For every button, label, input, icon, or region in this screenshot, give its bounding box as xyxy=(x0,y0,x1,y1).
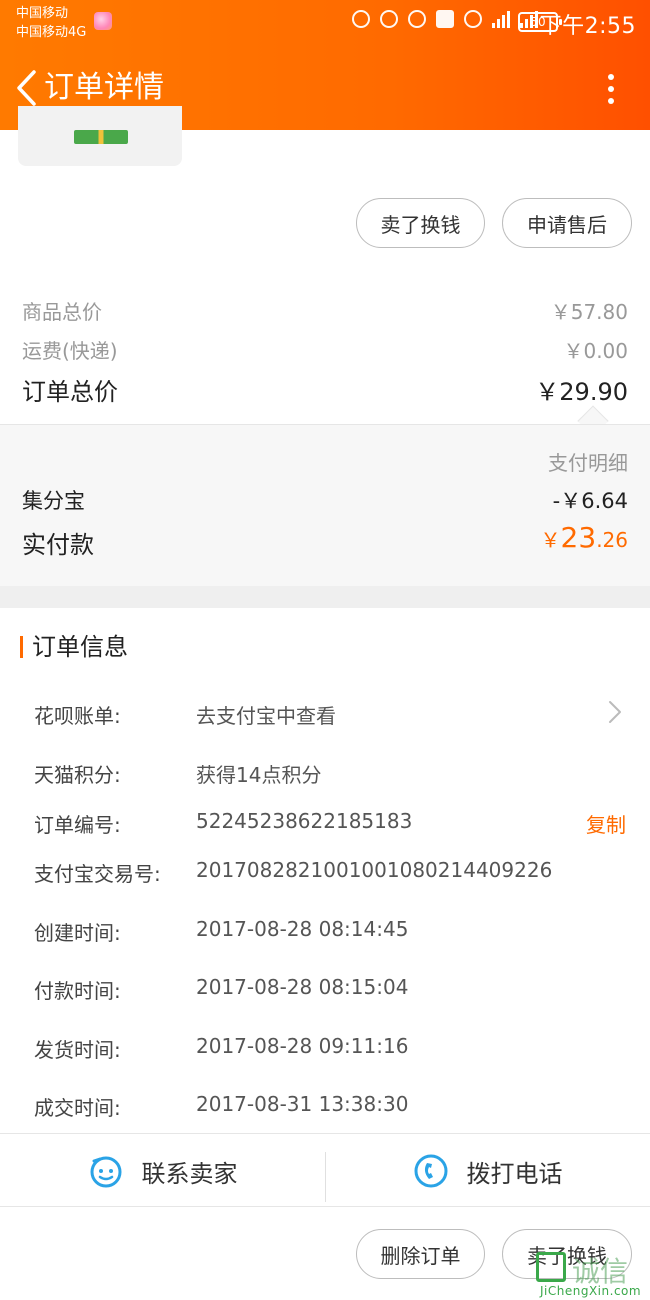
order-total-label: 订单总价 xyxy=(22,378,118,406)
chat-face-icon xyxy=(90,1156,121,1188)
paid-time-label: 付款时间: xyxy=(34,979,121,1003)
alarm-icon xyxy=(408,10,426,28)
carrier-line-1: 中国移动 xyxy=(16,6,69,21)
after-sale-button[interactable]: 申请售后 xyxy=(502,198,632,248)
more-menu-icon[interactable] xyxy=(606,70,616,106)
contact-seller-button[interactable]: 联系卖家 xyxy=(0,1134,325,1208)
tmall-points-value: 获得14点积分 xyxy=(196,763,322,787)
tmall-points-label: 天猫积分: xyxy=(34,763,121,787)
order-number-value: 52245238622185183 xyxy=(196,809,413,833)
alipay-trade-label: 支付宝交易号: xyxy=(34,862,161,886)
app-notification-icon xyxy=(94,12,112,30)
shipping-label: 运费(快递) xyxy=(22,339,118,363)
order-total-value: ￥29.90 xyxy=(535,378,628,406)
jifenbao-value: -￥6.64 xyxy=(552,489,628,513)
status-time: 下午2:55 xyxy=(539,14,636,39)
status-bar: 中国移动 中国移动4G 50 下午2:55 xyxy=(0,0,650,46)
shipping-value: ￥0.00 xyxy=(563,339,628,363)
payment-detail-panel: 支付明细 集分宝 -￥6.64 实付款 ￥23.26 xyxy=(0,424,650,586)
page-title: 订单详情 xyxy=(44,70,164,105)
paid-decimal: .26 xyxy=(596,528,628,552)
paid-amount: ￥23.26 xyxy=(541,521,628,554)
product-thumbnail[interactable] xyxy=(18,106,182,166)
created-time-value: 2017-08-28 08:14:45 xyxy=(196,917,409,941)
shipped-time-value: 2017-08-28 09:11:16 xyxy=(196,1034,409,1058)
contact-bar: 联系卖家 拨打电话 xyxy=(0,1133,650,1207)
payment-detail-label: 支付明细 xyxy=(548,451,628,475)
goods-total-label: 商品总价 xyxy=(22,300,102,324)
signal-icon xyxy=(492,10,510,28)
order-number-label: 订单编号: xyxy=(34,813,121,837)
call-phone-label: 拨打电话 xyxy=(466,1159,563,1188)
jifenbao-label: 集分宝 xyxy=(22,489,85,513)
back-arrow-icon[interactable] xyxy=(14,68,40,108)
carrier-info: 中国移动 中国移动4G xyxy=(16,4,86,42)
sell-button[interactable]: 卖了换钱 xyxy=(356,198,485,248)
copy-order-number-button[interactable]: 复制 xyxy=(586,809,626,838)
section-divider xyxy=(0,586,650,608)
carrier-line-2: 中国移动4G xyxy=(16,25,87,40)
hd-icon xyxy=(436,10,454,28)
eye-icon xyxy=(464,10,482,28)
order-info-title: 订单信息 xyxy=(20,632,128,662)
headphones-icon xyxy=(352,10,370,28)
status-icons xyxy=(352,10,538,28)
delete-order-button[interactable]: 删除订单 xyxy=(356,1229,485,1279)
paid-integer: 23 xyxy=(560,521,597,554)
huabei-link[interactable]: 去支付宝中查看 xyxy=(196,700,336,729)
deal-time-label: 成交时间: xyxy=(34,1096,121,1120)
call-phone-button[interactable]: 拨打电话 xyxy=(325,1134,650,1208)
deal-time-value: 2017-08-31 13:38:30 xyxy=(196,1092,409,1116)
phone-icon xyxy=(414,1154,447,1188)
created-time-label: 创建时间: xyxy=(34,921,121,945)
chevron-right-icon[interactable] xyxy=(608,700,622,724)
mute-icon xyxy=(380,10,398,28)
alipay-trade-value: 2017082821001001080214409226 xyxy=(196,858,553,882)
watermark-box-icon xyxy=(536,1252,566,1282)
contact-seller-label: 联系卖家 xyxy=(141,1159,238,1188)
paid-label: 实付款 xyxy=(22,531,94,559)
watermark-sub: JiChengXin.com xyxy=(540,1284,642,1298)
paid-currency: ￥ xyxy=(540,528,561,552)
goods-total-value: ￥57.80 xyxy=(550,300,628,324)
watermark-logo: 诚信 JiChengXin.com xyxy=(532,1248,650,1300)
shipped-time-label: 发货时间: xyxy=(34,1038,121,1062)
paid-time-value: 2017-08-28 08:15:04 xyxy=(196,975,409,999)
huabei-label: 花呗账单: xyxy=(34,704,121,728)
